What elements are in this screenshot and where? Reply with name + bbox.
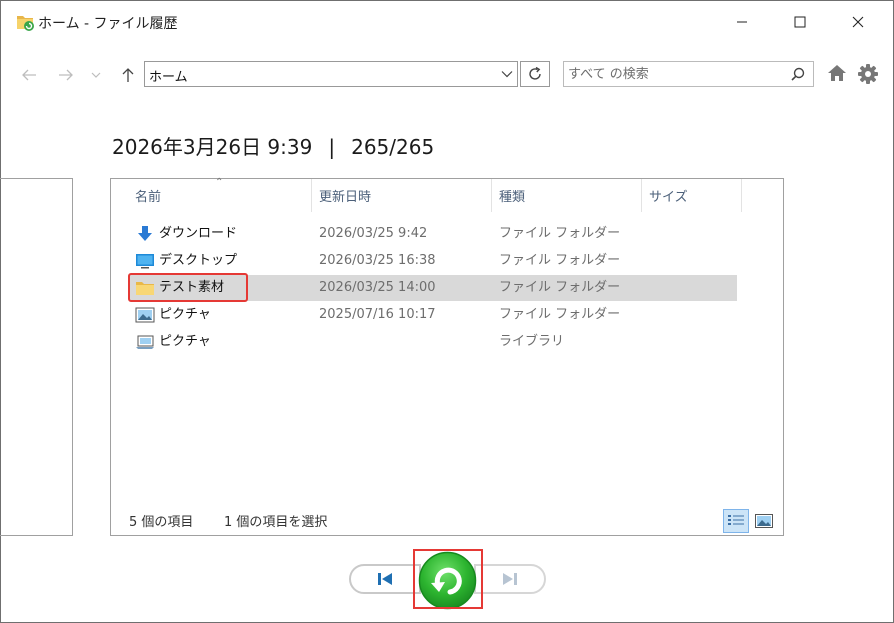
file-type: ライブラリ (499, 334, 565, 349)
file-name: ピクチャ (159, 334, 211, 349)
file-row-pictures-library[interactable]: ピクチャ ライブラリ (129, 329, 737, 355)
close-button[interactable] (826, 0, 890, 44)
file-name: ダウンロード (159, 226, 238, 241)
snapshot-counter: 265/265 (351, 135, 435, 159)
back-arrow-icon (22, 69, 36, 81)
previous-snapshot-panel[interactable] (0, 178, 73, 536)
snapshot-datetime: 2026年3月26日 9:39 (112, 135, 313, 159)
address-bar[interactable]: ホーム (144, 61, 518, 87)
refresh-icon (529, 66, 541, 80)
download-arrow-icon (138, 226, 152, 241)
column-divider[interactable] (741, 179, 742, 212)
file-type: ファイル フォルダー (499, 226, 621, 241)
back-button[interactable] (18, 64, 40, 86)
search-box[interactable] (563, 61, 814, 87)
address-dropdown-button[interactable] (497, 62, 517, 86)
column-header-size[interactable]: サイズ (641, 179, 741, 212)
file-row-pictures-folder[interactable]: ピクチャ 2025/07/16 10:17 ファイル フォルダー (129, 302, 737, 328)
details-view-button[interactable] (723, 509, 749, 533)
forward-button[interactable] (55, 64, 77, 86)
gear-icon[interactable] (857, 63, 879, 85)
chevron-down-icon (501, 71, 513, 78)
file-history-app-icon (17, 16, 34, 31)
large-icons-view-icon (755, 514, 773, 528)
file-type: ファイル フォルダー (499, 307, 621, 322)
file-date: 2025/07/16 10:17 (319, 307, 436, 322)
item-count-status: 5 個の項目 (129, 515, 194, 530)
forward-arrow-icon (59, 69, 73, 81)
file-date: 2026/03/25 9:42 (319, 226, 428, 241)
next-version-button[interactable] (474, 564, 546, 594)
minimize-icon (737, 21, 747, 23)
snapshot-heading: 2026年3月26日 9:39 | 265/265 (112, 131, 434, 160)
refresh-button[interactable] (520, 61, 550, 87)
file-row-downloads[interactable]: ダウンロード 2026/03/25 9:42 ファイル フォルダー (129, 221, 737, 247)
skip-next-icon (503, 573, 517, 585)
large-icons-view-button[interactable] (753, 511, 775, 531)
selected-item-highlight (128, 273, 248, 302)
chevron-down-icon (91, 72, 101, 78)
maximize-icon (794, 16, 806, 28)
file-name: デスクトップ (159, 253, 238, 268)
file-type: ファイル フォルダー (499, 280, 621, 295)
up-arrow-icon (122, 68, 134, 82)
file-name: ピクチャ (159, 307, 211, 322)
recent-locations-button[interactable] (89, 64, 103, 86)
column-header-date-modified[interactable]: 更新日時 (311, 179, 491, 212)
file-date: 2026/03/25 16:38 (319, 253, 436, 268)
file-list-panel: ⌃ 名前 更新日時 種類 サイズ ダウンロード 2026/03/25 9:42 … (110, 177, 784, 536)
home-icon[interactable] (827, 63, 847, 83)
title-bar: ホーム - ファイル履歴 (0, 0, 894, 44)
column-header-type[interactable]: 種類 (491, 179, 641, 212)
search-input[interactable] (568, 65, 778, 83)
file-date: 2026/03/25 14:00 (319, 280, 436, 295)
up-button[interactable] (118, 64, 138, 86)
pictures-folder-icon (135, 307, 155, 323)
pictures-library-icon (136, 335, 154, 349)
window-title: ホーム - ファイル履歴 (38, 16, 178, 32)
desktop-icon (136, 254, 154, 269)
selected-count-status: 1 個の項目を選択 (224, 515, 328, 530)
maximize-button[interactable] (768, 0, 832, 44)
details-view-icon (728, 515, 744, 525)
skip-previous-icon (378, 573, 392, 585)
file-type: ファイル フォルダー (499, 253, 621, 268)
minimize-button[interactable] (710, 0, 774, 44)
previous-version-button[interactable] (349, 564, 421, 594)
file-row-desktop[interactable]: デスクトップ 2026/03/25 16:38 ファイル フォルダー (129, 248, 737, 274)
snapshot-separator: | (328, 135, 336, 159)
address-text: ホーム (149, 70, 188, 85)
restore-button-highlight (413, 549, 483, 609)
close-icon (852, 16, 864, 28)
column-header-name[interactable]: 名前 (127, 179, 311, 212)
search-icon (791, 67, 805, 81)
